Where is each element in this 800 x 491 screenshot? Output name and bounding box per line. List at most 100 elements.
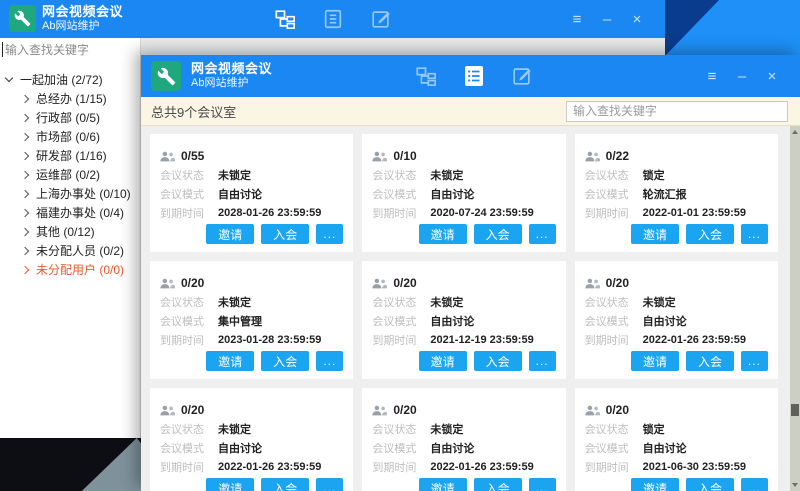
chevron-right-icon — [21, 94, 29, 102]
chevron-right-icon — [21, 170, 29, 178]
invite-button[interactable]: 邀请 — [206, 224, 254, 244]
participants-icon — [372, 151, 387, 162]
chevron-right-icon — [21, 151, 29, 159]
tree-item[interactable]: 研发部 (1/16) — [0, 146, 140, 165]
status-value: 未锁定 — [430, 421, 463, 437]
mode-value: 集中管理 — [218, 313, 262, 329]
status-label: 会议状态 — [585, 167, 643, 183]
join-button[interactable]: 入会 — [474, 478, 522, 491]
join-button[interactable]: 入会 — [686, 478, 734, 491]
tree-item-label: 总经办 (1/15) — [36, 90, 107, 107]
expire-label: 到期时间 — [585, 332, 643, 348]
join-button[interactable]: 入会 — [261, 224, 309, 244]
tree-item-label: 市场部 (0/6) — [36, 128, 100, 145]
status-label: 会议状态 — [585, 294, 643, 310]
org-chart-icon[interactable] — [413, 63, 439, 89]
scrollbar-thumb[interactable] — [791, 404, 799, 416]
app-logo-wrench-icon — [9, 5, 36, 32]
menu-button[interactable]: ≡ — [567, 9, 587, 29]
meeting-room-card: 会议室8 0/20 会议状态 未锁定 会议模式 自由讨论 — [575, 261, 778, 379]
wallpaper-navy-triangle — [665, 0, 800, 56]
participant-count: 0/10 — [393, 149, 416, 163]
invite-button[interactable]: 邀请 — [631, 224, 679, 244]
join-button[interactable]: 入会 — [474, 351, 522, 371]
menu-button[interactable]: ≡ — [702, 66, 722, 86]
room-name: Test Room 测试教室 — [372, 142, 555, 144]
contacts-sidebar: 一起加油 (2/72) 总经办 (1/15) 行政部 (0/5) 市 — [0, 38, 141, 438]
join-button[interactable]: 入会 — [686, 351, 734, 371]
compose-icon[interactable] — [509, 63, 535, 89]
invite-button[interactable]: 邀请 — [419, 478, 467, 491]
invite-button[interactable]: 邀请 — [206, 351, 254, 371]
more-button[interactable]: ... — [316, 224, 343, 244]
room-name: 语文课堂 — [372, 396, 555, 398]
join-button[interactable]: 入会 — [686, 224, 734, 244]
expire-value: 2021-06-30 23:59:59 — [643, 461, 746, 473]
mode-label: 会议模式 — [585, 186, 643, 202]
more-button[interactable]: ... — [741, 351, 768, 371]
meeting-room-card: 研发会议室 0/20 会议状态 未锁定 会议模式 自由讨论 — [150, 388, 353, 491]
participants-icon — [585, 151, 600, 162]
invite-button[interactable]: 邀请 — [631, 351, 679, 371]
tree-item[interactable]: 未分配用户 (0/0) — [0, 260, 140, 279]
mode-label: 会议模式 — [372, 186, 430, 202]
status-label: 会议状态 — [160, 294, 218, 310]
chevron-right-icon — [21, 227, 29, 235]
tree-item[interactable]: 福建办事处 (0/4) — [0, 203, 140, 222]
sidebar-search-input[interactable] — [0, 38, 140, 62]
tree-item[interactable]: 运维部 (0/2) — [0, 165, 140, 184]
invite-button[interactable]: 邀请 — [419, 224, 467, 244]
more-button[interactable]: ... — [529, 351, 556, 371]
chevron-down-icon — [5, 74, 13, 82]
minimize-button[interactable]: – — [732, 66, 752, 86]
close-button[interactable]: × — [627, 9, 647, 29]
vertical-scrollbar[interactable] — [790, 126, 800, 491]
room-search-input[interactable] — [566, 101, 788, 122]
scroll-up-arrow-icon[interactable] — [790, 126, 800, 138]
mode-value: 自由讨论 — [643, 313, 687, 329]
invite-button[interactable]: 邀请 — [419, 351, 467, 371]
join-button[interactable]: 入会 — [261, 351, 309, 371]
participants-icon — [372, 278, 387, 289]
more-button[interactable]: ... — [529, 478, 556, 491]
invite-button[interactable]: 邀请 — [206, 478, 254, 491]
tree-item-label: 上海办事处 (0/10) — [36, 185, 131, 202]
tree-item[interactable]: 市场部 (0/6) — [0, 127, 140, 146]
more-button[interactable]: ... — [741, 224, 768, 244]
more-button[interactable]: ... — [316, 351, 343, 371]
minimize-button[interactable]: – — [597, 9, 617, 29]
rooms-grid: 例会会议室 0/55 会议状态 未锁定 会议模式 自由讨论 — [150, 134, 778, 491]
chevron-right-icon — [21, 132, 29, 140]
mode-label: 会议模式 — [585, 440, 643, 456]
join-button[interactable]: 入会 — [261, 478, 309, 491]
org-chart-icon[interactable] — [272, 6, 298, 32]
meeting-app-title: 网会视频会议 — [191, 61, 272, 77]
expire-value: 2028-01-26 23:59:59 — [218, 207, 321, 219]
status-value: 未锁定 — [218, 294, 251, 310]
tree-item[interactable]: 其他 (0/12) — [0, 222, 140, 241]
mode-value: 自由讨论 — [430, 313, 474, 329]
app-logo-wrench-icon — [151, 61, 181, 91]
mode-label: 会议模式 — [160, 313, 218, 329]
mode-value: 自由讨论 — [218, 186, 262, 202]
invite-button[interactable]: 邀请 — [631, 478, 679, 491]
status-value: 未锁定 — [218, 421, 251, 437]
join-button[interactable]: 入会 — [474, 224, 522, 244]
tree-item[interactable]: 上海办事处 (0/10) — [0, 184, 140, 203]
tree-item[interactable]: 未分配人员 (0/2) — [0, 241, 140, 260]
more-button[interactable]: ... — [529, 224, 556, 244]
room-list-icon-selected[interactable] — [461, 63, 487, 89]
tree-item[interactable]: 行政部 (0/5) — [0, 108, 140, 127]
chevron-right-icon — [21, 265, 29, 273]
room-list-icon[interactable] — [320, 6, 346, 32]
compose-icon[interactable] — [368, 6, 394, 32]
expire-label: 到期时间 — [160, 332, 218, 348]
more-button[interactable]: ... — [741, 478, 768, 491]
scroll-down-arrow-icon[interactable] — [790, 479, 800, 491]
mode-label: 会议模式 — [160, 440, 218, 456]
room-name: 研发会议室 — [160, 396, 343, 398]
more-button[interactable]: ... — [316, 478, 343, 491]
tree-item[interactable]: 总经办 (1/15) — [0, 89, 140, 108]
close-button[interactable]: × — [762, 66, 782, 86]
tree-root-item[interactable]: 一起加油 (2/72) — [0, 70, 140, 89]
